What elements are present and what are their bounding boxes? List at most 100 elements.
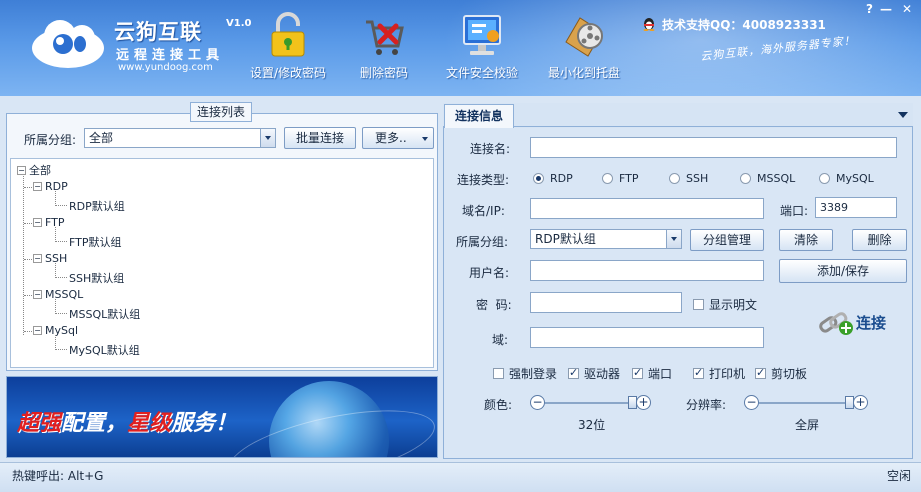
- minus-icon[interactable]: −: [744, 395, 759, 410]
- left-group-select[interactable]: 全部: [84, 128, 276, 148]
- group-select[interactable]: RDP默认组: [530, 229, 682, 249]
- checkbox-box-checked[interactable]: [755, 366, 766, 379]
- plus-icon[interactable]: +: [636, 395, 651, 410]
- tree-mysql-label: MySql: [45, 324, 79, 337]
- connection-tree[interactable]: − 全部 − RDP RDP默认组 − FTP FTP默认组 − SSH SSH默认组 …: [10, 158, 434, 368]
- more-button[interactable]: 更多..: [362, 127, 434, 149]
- checkbox-box[interactable]: [693, 299, 704, 310]
- connect-button[interactable]: 连接: [818, 310, 886, 336]
- clear-button[interactable]: 清除: [779, 229, 833, 251]
- tree-leaf-mysql-default[interactable]: MySQL默认组: [69, 342, 140, 358]
- force-login-checkbox[interactable]: 强制登录: [493, 365, 557, 382]
- collapse-icon[interactable]: −: [33, 254, 42, 263]
- slider-track[interactable]: [759, 402, 854, 404]
- chevron-down-icon[interactable]: [666, 230, 681, 248]
- minimize-window-button[interactable]: —: [880, 2, 892, 16]
- tree-node-rdp[interactable]: − RDP: [33, 180, 68, 193]
- tree-leaf-rdp-default[interactable]: RDP默认组: [69, 198, 125, 214]
- radio-dot-selected[interactable]: [533, 173, 544, 184]
- radio-mssql[interactable]: MSSQL: [740, 172, 795, 185]
- app-title: 云狗互联: [114, 19, 202, 44]
- password-label: 密 码:: [476, 298, 512, 312]
- banner-text-3: 星级: [127, 410, 172, 436]
- radio-dot[interactable]: [819, 173, 830, 184]
- type-label: 连接类型:: [457, 173, 510, 187]
- tree-node-ssh[interactable]: − SSH: [33, 252, 67, 265]
- collapse-icon[interactable]: −: [33, 326, 42, 335]
- app-website: www.yundoog.com: [118, 62, 213, 73]
- set-password-label: 设置/修改密码: [249, 66, 327, 80]
- checkbox-box-checked[interactable]: [568, 366, 579, 379]
- chevron-down-icon[interactable]: [260, 129, 275, 147]
- tab-connection-info[interactable]: 连接信息: [444, 104, 514, 128]
- tree-connector: [55, 205, 67, 206]
- radio-ftp[interactable]: FTP: [602, 172, 639, 185]
- radio-ftp-label: FTP: [619, 172, 639, 185]
- delete-button[interactable]: 删除: [852, 229, 907, 251]
- tree-leaf-mssql-default[interactable]: MSSQL默认组: [69, 306, 140, 322]
- lock-icon: [271, 12, 305, 57]
- collapse-icon[interactable]: −: [33, 182, 42, 191]
- radio-mysql[interactable]: MySQL: [819, 172, 874, 185]
- tree-node-ftp[interactable]: − FTP: [33, 216, 65, 229]
- radio-ssh[interactable]: SSH: [669, 172, 708, 185]
- connection-name-input[interactable]: [530, 137, 897, 158]
- tree-connector: [24, 259, 32, 260]
- show-plain-checkbox[interactable]: 显示明文: [693, 296, 757, 313]
- tree-mssql-label: MSSQL: [45, 288, 84, 301]
- tree-ssh-default-label: SSH默认组: [69, 272, 125, 285]
- minimize-tray-button[interactable]: 最小化到托盘: [534, 12, 634, 81]
- checkbox-box-checked[interactable]: [632, 366, 643, 379]
- ad-banner[interactable]: 超强配置，星级服务！: [6, 376, 438, 458]
- checkbox-box-checked[interactable]: [693, 366, 704, 379]
- password-input[interactable]: [530, 292, 682, 313]
- header-bar: 云狗互联 V1.0 远程连接工具 www.yundoog.com 设置/修改密码…: [0, 0, 921, 96]
- file-verify-button[interactable]: 文件安全校验: [432, 12, 532, 81]
- domain-input[interactable]: [530, 327, 764, 348]
- radio-rdp[interactable]: RDP: [533, 172, 573, 185]
- connect-label: 连接: [856, 314, 887, 332]
- delete-password-button[interactable]: 删除密码: [334, 12, 434, 81]
- resolution-label: 分辨率:: [686, 398, 727, 412]
- color-label: 颜色:: [484, 398, 513, 412]
- color-slider[interactable]: − +: [530, 395, 652, 411]
- collapse-icon[interactable]: −: [33, 290, 42, 299]
- drives-checkbox[interactable]: 驱动器: [568, 365, 620, 382]
- clipboard-checkbox[interactable]: 剪切板: [755, 365, 807, 382]
- ports-label: 端口: [648, 367, 673, 381]
- group-manage-button[interactable]: 分组管理: [690, 229, 764, 251]
- slider-track[interactable]: [545, 402, 637, 404]
- radio-dot[interactable]: [669, 173, 680, 184]
- tree-node-root[interactable]: − 全部: [17, 162, 51, 178]
- plus-icon[interactable]: +: [853, 395, 868, 410]
- ports-checkbox[interactable]: 端口: [632, 365, 672, 382]
- add-save-button[interactable]: 添加/保存: [779, 259, 907, 283]
- port-input[interactable]: 3389: [815, 197, 897, 218]
- close-window-button[interactable]: ✕: [902, 2, 912, 16]
- printer-label: 打印机: [709, 367, 746, 381]
- tree-connector: [55, 335, 56, 350]
- radio-dot[interactable]: [602, 173, 613, 184]
- printer-checkbox[interactable]: 打印机: [693, 365, 745, 382]
- collapse-icon[interactable]: −: [17, 166, 26, 175]
- domain-ip-input[interactable]: [530, 198, 764, 219]
- username-input[interactable]: [530, 260, 764, 281]
- minus-icon[interactable]: −: [530, 395, 545, 410]
- more-button-label: 更多..: [375, 131, 407, 145]
- tree-leaf-ssh-default[interactable]: SSH默认组: [69, 270, 124, 286]
- batch-connect-button[interactable]: 批量连接: [284, 127, 356, 149]
- set-password-button[interactable]: 设置/修改密码: [238, 12, 338, 81]
- checkbox-box[interactable]: [493, 368, 504, 379]
- film-reel-icon: [565, 17, 603, 57]
- collapse-icon[interactable]: −: [33, 218, 42, 227]
- tree-node-mssql[interactable]: − MSSQL: [33, 288, 83, 301]
- delete-cart-icon: [366, 20, 404, 55]
- tree-rdp-default-label: RDP默认组: [69, 200, 125, 213]
- radio-dot[interactable]: [740, 173, 751, 184]
- help-button[interactable]: ?: [866, 2, 873, 16]
- resolution-slider[interactable]: − +: [744, 395, 869, 411]
- show-plain-label: 显示明文: [709, 298, 758, 312]
- tree-connector: [55, 277, 67, 278]
- tab-dropdown-icon[interactable]: [898, 112, 908, 118]
- tree-leaf-ftp-default[interactable]: FTP默认组: [69, 234, 122, 250]
